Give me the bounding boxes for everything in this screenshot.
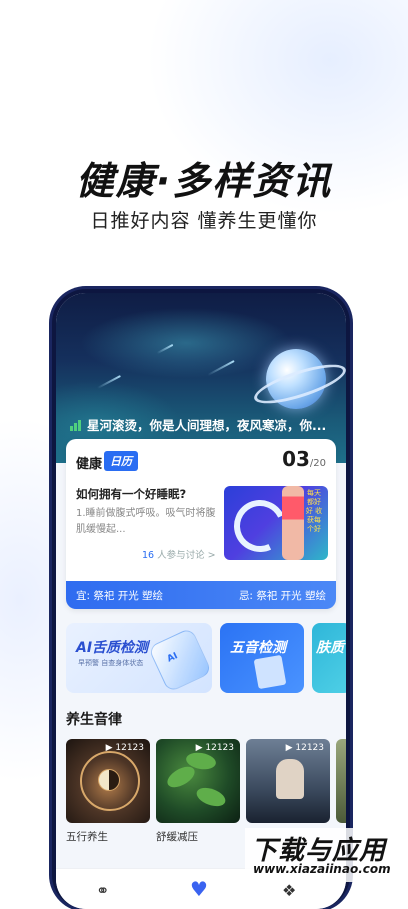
music-label: 五行养生 xyxy=(66,831,108,843)
music-label: 舒缓减压 xyxy=(156,831,198,843)
discuss-link[interactable]: 16 人参与讨论 > xyxy=(142,547,216,561)
article-title[interactable]: 如何拥有一个好睡眠? xyxy=(76,486,186,502)
yinyang-icon xyxy=(98,769,120,791)
calendar-date: 03/20 xyxy=(282,447,326,471)
article-excerpt: 1.睡前做腹式呼吸。吸气时将腹肌缓慢起... xyxy=(76,508,216,535)
bottle-badge: AI xyxy=(165,651,180,665)
phone-frame: 星河滚烫，你是人间理想，夜风寒凉，你... 健康 日历 03/20 如何拥有一个… xyxy=(52,289,350,909)
bottle-illustration: AI xyxy=(147,627,212,693)
article-thumbnail[interactable]: 每天都好好 收获每个好 xyxy=(224,486,328,560)
thumbnail-tag: 每天都好好 收获每个好 xyxy=(305,489,323,533)
skin-title: 肤质 xyxy=(316,640,344,656)
heart-icon[interactable]: ♥ xyxy=(190,877,208,901)
play-count: ▶ 12123 xyxy=(105,743,144,753)
person-image xyxy=(276,759,304,799)
compass-icon[interactable]: ❖ xyxy=(282,881,296,900)
health-calendar-card[interactable]: 健康 日历 03/20 如何拥有一个好睡眠? 1.睡前做腹式呼吸。吸气时将腹肌缓… xyxy=(66,439,336,609)
calendar-day: 03 xyxy=(282,447,310,471)
signal-icon xyxy=(70,419,82,434)
music-card-third[interactable]: ▶ 12123 xyxy=(246,739,330,823)
hero-caption: 星河滚烫，你是人间理想，夜风寒凉，你... xyxy=(70,415,326,434)
play-count: ▶ 12123 xyxy=(285,743,324,753)
calendar-badge: 日历 xyxy=(104,451,138,471)
tongue-detect-subtitle: 早预警 自查身体状态 xyxy=(78,659,144,667)
headphone-icon[interactable]: ⚭ xyxy=(96,881,109,900)
skin-detect-card[interactable]: 肤质 xyxy=(312,623,346,693)
play-count: ▶ 12123 xyxy=(195,743,234,753)
almanac-yi: 宜: 祭祀 开光 塑绘 xyxy=(76,590,164,602)
almanac-ji: 忌: 祭祀 开光 塑绘 xyxy=(238,590,326,602)
music-card-relax[interactable]: ▶ 12123 xyxy=(156,739,240,823)
music-card-wuxing[interactable]: ▶ 12123 xyxy=(66,739,150,823)
site-watermark: 下载与应用 www.xiazaiinao.com xyxy=(245,828,405,882)
music-section-title: 养生音律 xyxy=(66,712,122,728)
promo-subtitle: 日推好内容 懂养生更懂你 xyxy=(90,210,318,232)
five-tone-detect-card[interactable]: 五音检测 xyxy=(220,623,304,693)
hero-banner[interactable]: 星河滚烫，你是人间理想，夜风寒凉，你... xyxy=(56,293,346,463)
document-icon xyxy=(253,654,287,690)
almanac-bar: 宜: 祭祀 开光 塑绘 忌: 祭祀 开光 塑绘 xyxy=(66,581,336,609)
calendar-month: /20 xyxy=(309,458,326,469)
app-screen: 星河滚烫，你是人间理想，夜风寒凉，你... 健康 日历 03/20 如何拥有一个… xyxy=(56,293,346,909)
calendar-label: 健康 xyxy=(76,457,103,472)
watermark-url: www.xiazaiinao.com xyxy=(253,862,391,876)
person-illustration xyxy=(282,486,304,560)
hero-caption-text: 星河滚烫，你是人间理想，夜风寒凉，你... xyxy=(87,418,327,433)
discuss-count: 16 xyxy=(142,550,155,561)
leaf-decoration xyxy=(194,784,228,810)
discuss-text: 人参与讨论 > xyxy=(157,550,216,561)
tongue-detect-title: AI舌质检测 xyxy=(76,640,149,656)
music-card-partial[interactable] xyxy=(336,739,346,823)
five-tone-title: 五音检测 xyxy=(230,640,286,656)
promo-title: 健康·多样资讯 xyxy=(75,159,333,203)
tongue-detect-card[interactable]: AI舌质检测 早预警 自查身体状态 AI xyxy=(66,623,212,693)
